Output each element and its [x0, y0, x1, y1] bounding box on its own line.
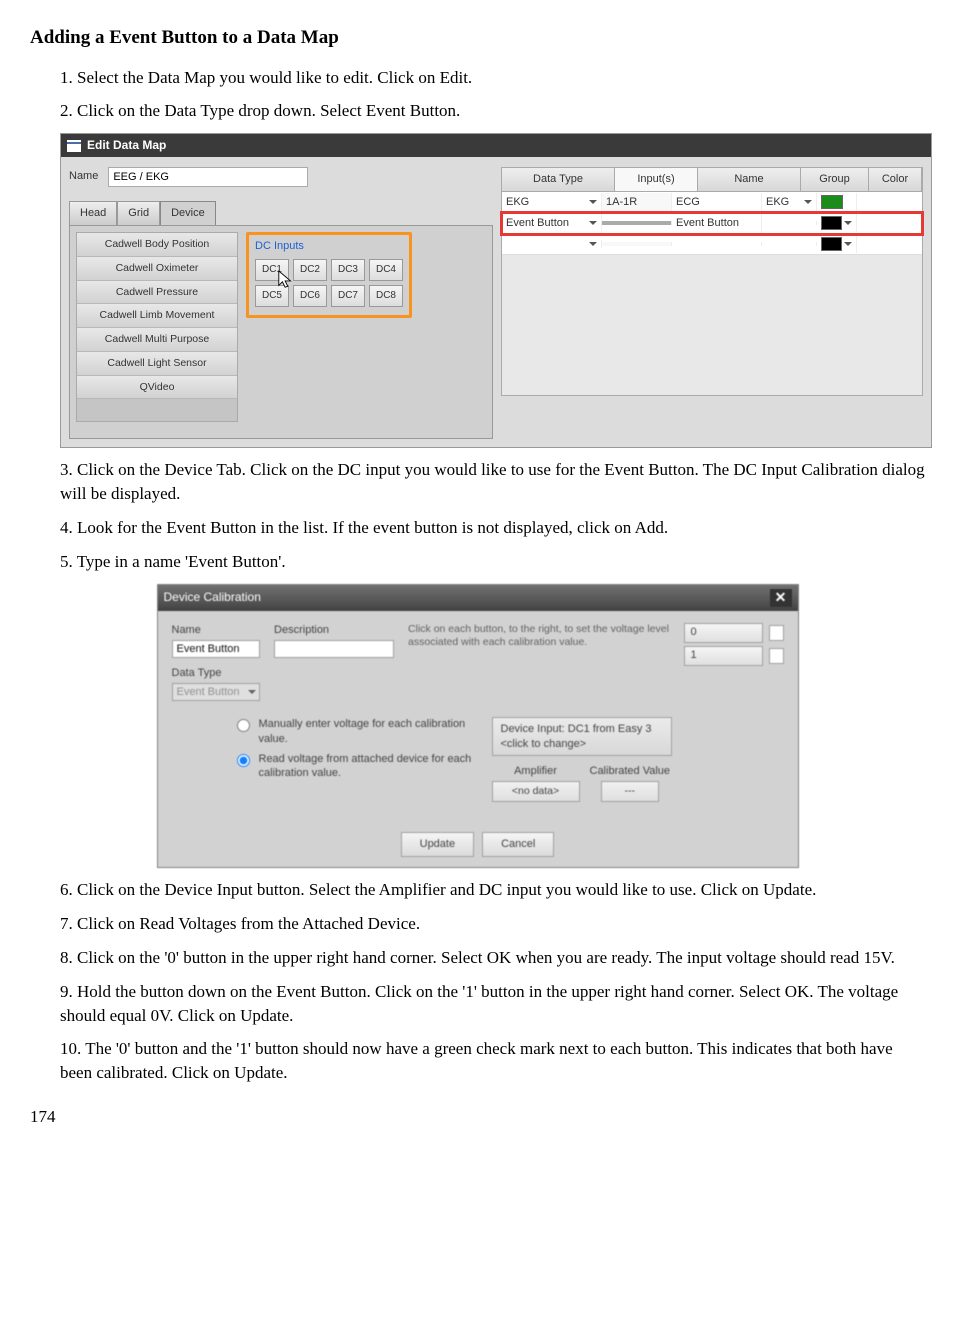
cancel-button[interactable]: Cancel	[482, 832, 554, 857]
header-name: Name	[698, 168, 801, 191]
device-input-button[interactable]: Device Input: DC1 from Easy 3 <click to …	[492, 717, 672, 756]
tab-head[interactable]: Head	[69, 201, 117, 225]
step-9: 9. Hold the button down on the Event But…	[60, 980, 925, 1028]
cell-type: EKG	[506, 195, 529, 210]
device-item-empty	[77, 399, 237, 421]
name-input[interactable]	[172, 640, 261, 658]
dc8-button[interactable]: DC8	[369, 285, 403, 307]
device-list: Cadwell Body Position Cadwell Oximeter C…	[76, 232, 238, 422]
dc6-button[interactable]: DC6	[293, 285, 327, 307]
page-number: 174	[30, 1105, 925, 1129]
header-color: Color	[869, 168, 922, 191]
step-8: 8. Click on the '0' button in the upper …	[60, 946, 925, 970]
radio-manual[interactable]	[237, 719, 250, 732]
tab-grid[interactable]: Grid	[117, 201, 160, 225]
value-1-checkbox	[769, 648, 784, 664]
chevron-down-icon[interactable]	[589, 200, 597, 204]
step-2: 2. Click on the Data Type drop down. Sel…	[60, 99, 925, 123]
window-titlebar: Edit Data Map	[61, 134, 931, 157]
device-item[interactable]: Cadwell Limb Movement	[77, 304, 237, 328]
data-table-header: Data Type Input(s) Name Group Color	[502, 168, 922, 192]
description-input[interactable]	[274, 640, 394, 658]
device-item[interactable]: QVideo	[77, 376, 237, 400]
window-icon	[67, 140, 81, 152]
window-title: Device Calibration	[164, 589, 261, 606]
cell-name: ECG	[672, 193, 762, 212]
chevron-down-icon[interactable]	[844, 242, 852, 246]
radio-read-label: Read voltage from attached device for ea…	[259, 752, 472, 781]
screenshot-device-calibration: Device Calibration ✕ Name Data Type Desc…	[157, 584, 799, 869]
chevron-down-icon[interactable]	[589, 242, 597, 246]
radio-manual-label: Manually enter voltage for each calibrat…	[259, 717, 472, 746]
step-5: 5. Type in a name 'Event Button'.	[60, 550, 925, 574]
cell-group: EKG	[766, 195, 789, 210]
chevron-down-icon[interactable]	[844, 221, 852, 225]
calibrated-label: Calibrated Value	[590, 764, 671, 779]
name-label: Name	[172, 623, 261, 638]
table-empty-area	[502, 255, 922, 395]
tab-bar: Head Grid Device	[69, 201, 493, 225]
close-button[interactable]: ✕	[770, 589, 792, 607]
dc-inputs-box: DC Inputs DC1 DC2 DC3 DC4 DC5 DC6 DC7 DC…	[246, 232, 412, 317]
chevron-down-icon[interactable]	[248, 690, 256, 694]
data-type-label: Data Type	[172, 666, 261, 681]
cell-name	[672, 242, 762, 246]
window-titlebar: Device Calibration ✕	[158, 585, 798, 611]
device-item[interactable]: Cadwell Oximeter	[77, 257, 237, 281]
name-label: Name	[69, 169, 98, 184]
dc1-button[interactable]: DC1	[255, 259, 289, 281]
tab-device[interactable]: Device	[160, 201, 216, 225]
device-item[interactable]: Cadwell Pressure	[77, 281, 237, 305]
help-text: Click on each button, to the right, to s…	[408, 623, 669, 650]
step-7: 7. Click on Read Voltages from the Attac…	[60, 912, 925, 936]
device-item[interactable]: Cadwell Multi Purpose	[77, 328, 237, 352]
color-swatch[interactable]	[821, 237, 842, 251]
step-10: 10. The '0' button and the '1' button sh…	[60, 1037, 925, 1085]
dc4-button[interactable]: DC4	[369, 259, 403, 281]
cell-type: Event Button	[506, 216, 569, 231]
dc3-button[interactable]: DC3	[331, 259, 365, 281]
amplifier-label: Amplifier	[514, 764, 557, 779]
step-3: 3. Click on the Device Tab. Click on the…	[60, 458, 925, 506]
color-swatch[interactable]	[821, 216, 842, 230]
update-button[interactable]: Update	[401, 832, 474, 857]
device-input-text: Device Input: DC1 from Easy 3	[501, 723, 652, 735]
name-input[interactable]	[108, 167, 308, 187]
step-6: 6. Click on the Device Input button. Sel…	[60, 878, 925, 902]
window-title: Edit Data Map	[87, 137, 166, 154]
table-row[interactable]: EKG 1A-1R ECG EKG	[502, 192, 922, 213]
screenshot-edit-data-map: Edit Data Map Name Head Grid Device Cadw…	[60, 133, 932, 448]
dc2-button[interactable]: DC2	[293, 259, 327, 281]
step-1: 1. Select the Data Map you would like to…	[60, 66, 925, 90]
table-row[interactable]	[502, 234, 922, 255]
color-swatch[interactable]	[821, 195, 843, 209]
chevron-down-icon[interactable]	[589, 221, 597, 225]
header-group: Group	[801, 168, 869, 191]
cell-input	[602, 221, 672, 225]
data-type-select[interactable]	[172, 683, 261, 701]
calibrated-value: ---	[601, 781, 659, 802]
table-row-highlighted[interactable]: Event Button Event Button	[502, 213, 922, 234]
cell-group	[762, 242, 817, 246]
radio-read[interactable]	[237, 754, 250, 767]
value-1-button[interactable]: 1	[684, 646, 763, 666]
device-item[interactable]: Cadwell Light Sensor	[77, 352, 237, 376]
cell-input	[602, 242, 672, 246]
dc7-button[interactable]: DC7	[331, 285, 365, 307]
header-data-type: Data Type	[502, 168, 615, 191]
amplifier-value: <no data>	[492, 781, 580, 802]
cell-input: 1A-1R	[602, 193, 672, 212]
device-input-hint: <click to change>	[501, 738, 587, 750]
value-0-button[interactable]: 0	[684, 623, 763, 643]
header-inputs: Input(s)	[615, 168, 698, 191]
chevron-down-icon[interactable]	[804, 200, 812, 204]
step-4: 4. Look for the Event Button in the list…	[60, 516, 925, 540]
device-item[interactable]: Cadwell Body Position	[77, 233, 237, 257]
dc-inputs-header: DC Inputs	[255, 239, 403, 254]
cell-name: Event Button	[672, 214, 762, 233]
page-title: Adding a Event Button to a Data Map	[30, 25, 925, 52]
description-label: Description	[274, 623, 394, 638]
dc5-button[interactable]: DC5	[255, 285, 289, 307]
value-0-checkbox	[769, 625, 784, 641]
